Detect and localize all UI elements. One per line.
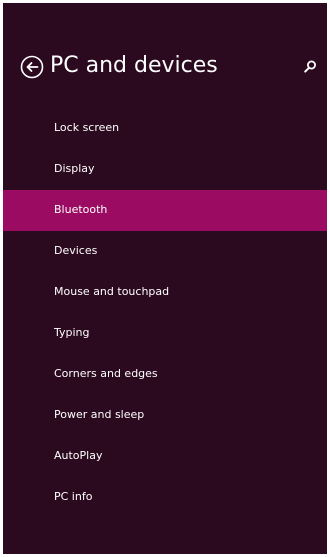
nav-item-devices[interactable]: Devices	[3, 231, 327, 272]
page-title: PC and devices	[50, 53, 218, 78]
back-arrow-circle-icon	[20, 55, 44, 79]
nav-item-label: Typing	[54, 326, 90, 339]
nav-item-lock-screen[interactable]: Lock screen	[3, 108, 327, 149]
nav-item-label: PC info	[54, 490, 93, 503]
nav-item-pc-info[interactable]: PC info	[3, 477, 327, 518]
nav-item-label: Mouse and touchpad	[54, 285, 170, 298]
screenshot-frame: PC and devices Lock screen Display Bluet…	[0, 0, 330, 557]
nav-item-label: Display	[54, 162, 95, 175]
nav-item-mouse-and-touchpad[interactable]: Mouse and touchpad	[3, 272, 327, 313]
header: PC and devices	[3, 3, 327, 103]
nav-item-display[interactable]: Display	[3, 149, 327, 190]
search-button[interactable]	[301, 58, 319, 76]
settings-nav-list: Lock screen Display Bluetooth Devices Mo…	[3, 108, 327, 518]
nav-item-label: Corners and edges	[54, 367, 158, 380]
nav-item-label: Power and sleep	[54, 408, 145, 421]
nav-item-label: Bluetooth	[54, 203, 108, 216]
nav-item-corners-and-edges[interactable]: Corners and edges	[3, 354, 327, 395]
nav-item-power-and-sleep[interactable]: Power and sleep	[3, 395, 327, 436]
back-button[interactable]	[20, 55, 44, 79]
nav-item-bluetooth[interactable]: Bluetooth	[3, 190, 327, 231]
nav-item-label: AutoPlay	[54, 449, 103, 462]
settings-panel: PC and devices Lock screen Display Bluet…	[3, 3, 327, 554]
nav-item-typing[interactable]: Typing	[3, 313, 327, 354]
nav-item-autoplay[interactable]: AutoPlay	[3, 436, 327, 477]
search-icon	[304, 60, 316, 73]
nav-item-label: Devices	[54, 244, 98, 257]
nav-item-label: Lock screen	[54, 121, 120, 134]
